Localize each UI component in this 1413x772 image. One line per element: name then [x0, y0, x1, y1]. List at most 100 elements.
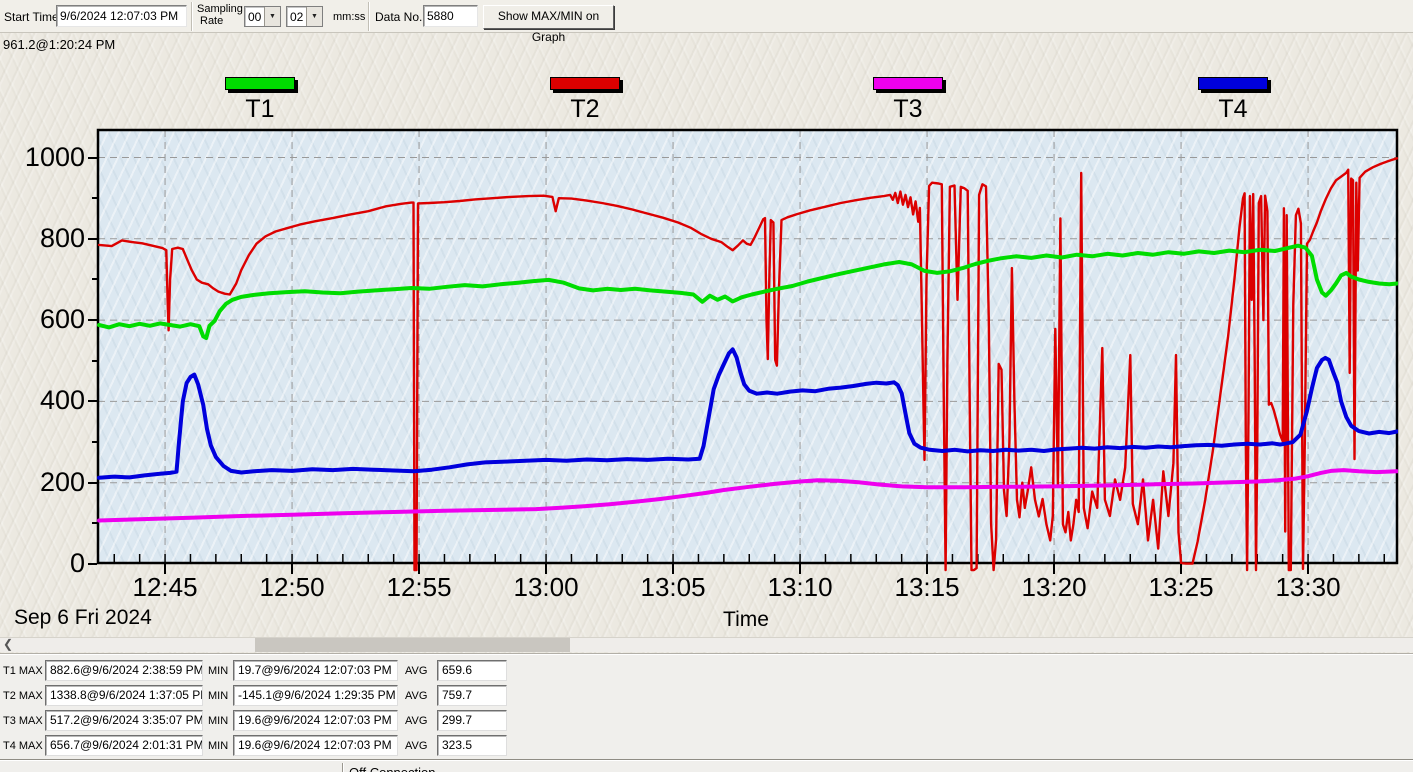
- stats-min-label: MIN: [208, 690, 228, 702]
- y-axis-minor-tick: [92, 278, 97, 280]
- x-axis-label: 12:55: [371, 574, 467, 601]
- stats-avg-value[interactable]: 299.7: [437, 710, 507, 731]
- x-axis-tick: [1307, 564, 1309, 574]
- stats-max-value[interactable]: 882.6@9/6/2024 2:38:59 PM: [45, 660, 203, 681]
- toolbar: Start Time Sampling Rate 00 ▼ 02 ▼ mm:ss…: [0, 0, 1413, 33]
- y-axis-tick: [88, 400, 97, 402]
- legend-label: T3: [873, 96, 943, 122]
- legend-label: T4: [1198, 96, 1268, 122]
- stats-avg-value[interactable]: 323.5: [437, 735, 507, 756]
- x-axis-tick: [672, 564, 674, 574]
- stats-max-value[interactable]: 1338.8@9/6/2024 1:37:05 PM: [45, 685, 203, 706]
- scroll-left-arrow-icon[interactable]: ❮: [0, 638, 16, 652]
- stats-avg-label: AVG: [405, 715, 427, 727]
- chart-plot-area[interactable]: [98, 130, 1397, 575]
- x-axis-tick: [799, 564, 801, 574]
- y-axis-label: 800: [5, 224, 85, 252]
- x-axis-tick: [291, 564, 293, 574]
- x-axis-label: 13:25: [1133, 574, 1229, 601]
- y-axis-minor-tick: [92, 197, 97, 199]
- legend-item-t3: T3: [873, 77, 953, 122]
- dropdown-arrow-icon[interactable]: ▼: [264, 7, 280, 26]
- sampling-rate-label-line1: Sampling: [197, 4, 243, 15]
- horizontal-scrollbar[interactable]: ❮: [0, 637, 1413, 652]
- legend-swatch-t2: [550, 77, 620, 90]
- stats-min-value[interactable]: -145.1@9/6/2024 1:29:35 PM: [233, 685, 398, 706]
- series-line-t1: [99, 246, 1397, 338]
- legend-swatch-t4: [1198, 77, 1268, 90]
- x-axis-label: 13:05: [625, 574, 721, 601]
- sampling-seconds-select[interactable]: 02 ▼: [286, 6, 323, 27]
- stats-min-label: MIN: [208, 740, 228, 752]
- toolbar-divider: [191, 2, 193, 31]
- dropdown-arrow-icon[interactable]: ▼: [306, 7, 322, 26]
- stats-row-t1: T1 MAX882.6@9/6/2024 2:38:59 PMMIN19.7@9…: [0, 660, 1413, 682]
- series-line-t4: [99, 349, 1397, 477]
- stats-avg-value[interactable]: 659.6: [437, 660, 507, 681]
- legend-label: T1: [225, 96, 295, 122]
- legend-item-t2: T2: [550, 77, 630, 122]
- sampling-minutes-value: 00: [248, 10, 261, 24]
- x-axis-tick: [1053, 564, 1055, 574]
- stats-avg-label: AVG: [405, 665, 427, 677]
- y-axis-tick: [88, 157, 97, 159]
- stats-panel: T1 MAX882.6@9/6/2024 2:38:59 PMMIN19.7@9…: [0, 655, 1413, 759]
- x-axis-tick: [418, 564, 420, 574]
- stats-avg-label: AVG: [405, 690, 427, 702]
- stats-row-t4: T4 MAX656.7@9/6/2024 2:01:31 PM MIN 19.6@9…: [0, 735, 1413, 757]
- stats-max-label: T2 MAX: [3, 690, 43, 702]
- legend-label: T2: [550, 96, 620, 122]
- x-axis-label: 13:10: [752, 574, 848, 601]
- y-axis-label: 0: [5, 549, 85, 577]
- stats-max-value[interactable]: 517.2@9/6/2024 3:35:07 PM: [45, 710, 203, 731]
- connection-status: Off Connection: [349, 765, 435, 772]
- sampling-seconds-value: 02: [290, 10, 303, 24]
- stats-min-label: MIN: [208, 665, 228, 677]
- stats-avg-label: AVG: [405, 740, 427, 752]
- start-time-input[interactable]: [56, 5, 187, 27]
- legend-swatch-t3: [873, 77, 943, 90]
- stats-max-value[interactable]: 656.7@9/6/2024 2:01:31 PM: [45, 735, 203, 756]
- stats-row-t2: T2 MAX1338.8@9/6/2024 1:37:05 PM MIN -145.…: [0, 685, 1413, 707]
- x-axis-label: 13:30: [1260, 574, 1356, 601]
- y-axis-label: 200: [5, 468, 85, 496]
- status-bar: Off Connection: [0, 761, 1413, 772]
- data-no-label: Data No.: [375, 11, 422, 23]
- y-axis-label: 1000: [5, 143, 85, 171]
- sampling-rate-label-line2: Rate: [200, 16, 223, 27]
- stats-avg-value[interactable]: 759.7: [437, 685, 507, 706]
- y-axis-tick: [88, 482, 97, 484]
- y-axis-minor-tick: [92, 360, 97, 362]
- y-axis-minor-tick: [92, 441, 97, 443]
- stats-min-value[interactable]: 19.6@9/6/2024 12:07:03 PM: [233, 735, 398, 756]
- x-axis-label: 13:20: [1006, 574, 1102, 601]
- sampling-minutes-select[interactable]: 00 ▼: [244, 6, 281, 27]
- stats-row-t3: T3 MAX517.2@9/6/2024 3:35:07 PMMIN19.6@9…: [0, 710, 1413, 732]
- legend-swatch-t1: [225, 77, 295, 90]
- start-time-label: Start Time: [4, 11, 59, 23]
- x-axis-tick: [1180, 564, 1182, 574]
- data-no-input[interactable]: [423, 5, 478, 27]
- stats-max-label: T4 MAX: [3, 740, 43, 752]
- x-axis-tick: [926, 564, 928, 574]
- x-axis-tick: [545, 564, 547, 574]
- stats-min-label: MIN: [208, 715, 228, 727]
- x-axis-label: 12:50: [244, 574, 340, 601]
- y-axis-tick: [88, 238, 97, 240]
- x-axis-title: Time: [700, 608, 792, 632]
- plot-border: [98, 130, 1397, 563]
- x-axis-label: 12:45: [117, 574, 213, 601]
- units-label: mm:ss: [333, 12, 365, 23]
- y-axis-minor-tick: [92, 522, 97, 524]
- x-axis-label: 13:15: [879, 574, 975, 601]
- y-axis-label: 400: [5, 386, 85, 414]
- date-label: Sep 6 Fri 2024: [14, 606, 152, 630]
- y-axis-tick: [88, 563, 97, 565]
- stats-min-value[interactable]: 19.7@9/6/2024 12:07:03 PM: [233, 660, 398, 681]
- scrollbar-thumb[interactable]: [255, 638, 570, 652]
- show-maxmin-button[interactable]: Show MAX/MIN on Graph: [483, 5, 614, 29]
- legend-item-t4: T4: [1198, 77, 1278, 122]
- stats-min-value[interactable]: 19.6@9/6/2024 12:07:03 PM: [233, 710, 398, 731]
- legend-item-t1: T1: [225, 77, 305, 122]
- y-axis-label: 600: [5, 305, 85, 333]
